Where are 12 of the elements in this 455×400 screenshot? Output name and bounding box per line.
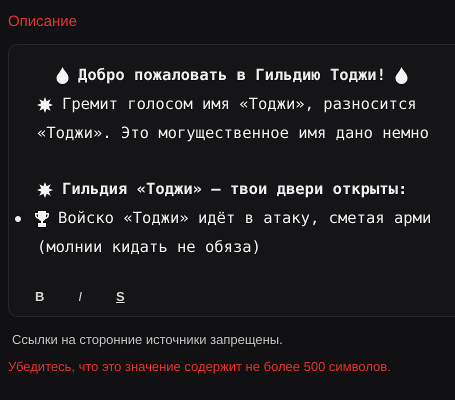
strikethrough-button[interactable]: S <box>112 288 129 306</box>
editor-text: (молнии кидать не обяза) <box>37 237 261 258</box>
editor-text: «Тоджи». Это могущественное имя дано немно <box>37 123 429 144</box>
help-text: Ссылки на сторонние источники запрещены. <box>11 331 284 349</box>
editor-text: Добро пожаловать в Гильдию Тоджи! <box>78 65 386 86</box>
error-message: Убедитесь, что это значение содержит не более 500 символов. <box>7 358 392 376</box>
field-label: Описание <box>7 12 78 32</box>
editor-text: Гремит голосом имя «Тоджи», разносится <box>62 94 417 115</box>
italic-button[interactable]: I <box>74 288 86 306</box>
bold-button[interactable]: B <box>31 288 48 306</box>
editor-text: Гильдия «Тоджи» — твои двери открыты: <box>62 179 408 200</box>
editor-text: Войско «Тоджи» идёт в атаку, сметая арми <box>58 208 432 229</box>
